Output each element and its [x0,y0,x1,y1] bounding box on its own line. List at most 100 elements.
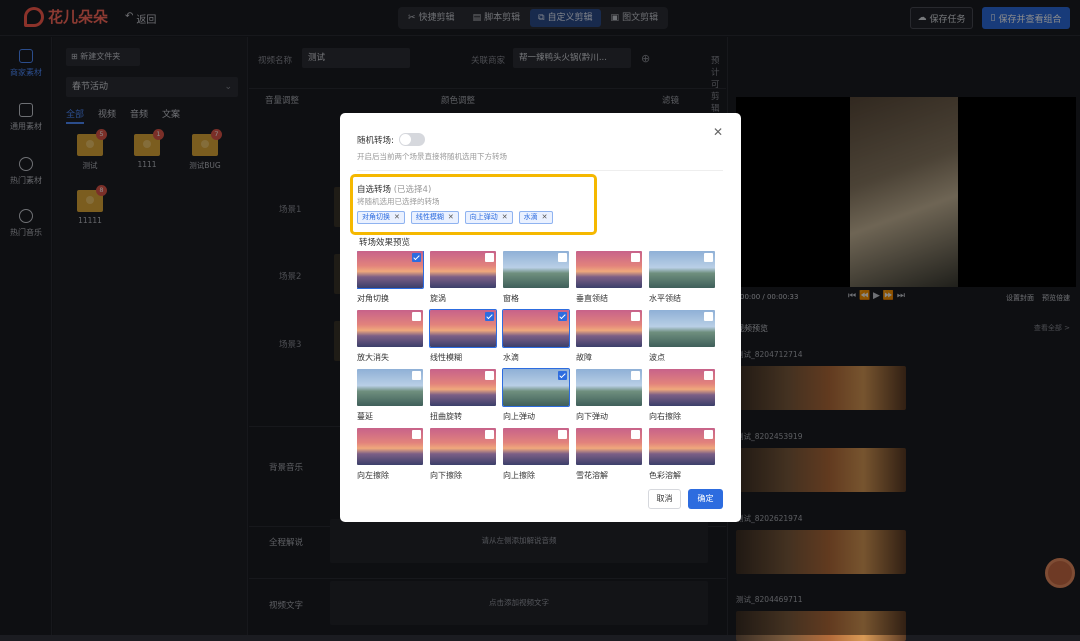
effect-item[interactable]: 旋涡 [430,251,496,310]
selected-count: (已选择4) [393,185,432,195]
effect-thumbnail [503,428,569,465]
effect-item[interactable]: 对角切换 [357,251,424,310]
effect-grid-scroll[interactable]: 对角切换 旋涡 窗格 垂直领结 水平领结放大消失 线性模糊 水滴 故障 波点蔓延 扭曲旋转 向上弹动… [357,251,727,481]
checkbox-icon[interactable] [412,253,421,262]
effect-item[interactable]: 故障 [576,310,642,369]
effect-item[interactable]: 向上擦除 [503,428,569,481]
effect-item[interactable]: 线性模糊 [429,309,497,369]
effect-thumbnail [576,369,642,406]
effect-item[interactable]: 雪花溶解 [576,428,642,481]
transition-chip: 线性模糊 ✕ [410,211,459,224]
checkbox-icon[interactable] [412,312,421,321]
effect-item[interactable]: 蔓延 [357,369,423,428]
effect-label: 向下擦除 [430,471,462,480]
effect-label: 水滴 [503,353,519,362]
effect-item[interactable]: 扭曲旋转 [430,369,496,428]
close-icon[interactable]: ✕ [713,125,723,139]
effect-thumbnail [357,310,423,347]
transition-dialog: ✕ 随机转场: 开启后当前两个场景直接将随机选用下方转场 自选转场 (已选择4)… [340,113,741,522]
checkbox-icon[interactable] [558,253,567,262]
effect-label: 蔓延 [357,412,373,421]
effect-thumbnail [430,251,496,288]
remove-icon[interactable]: ✕ [448,212,454,223]
checkbox-icon[interactable] [704,430,713,439]
effect-label: 旋涡 [430,294,446,303]
random-transition-toggle[interactable] [399,133,425,146]
effect-label: 对角切换 [357,294,389,303]
effect-item[interactable]: 色彩溶解 [649,428,715,481]
random-transition-desc: 开启后当前两个场景直接将随机选用下方转场 [357,152,507,161]
effect-thumbnail [649,369,715,406]
effect-item[interactable]: 向下弹动 [576,369,642,428]
effect-label: 雪花溶解 [576,471,608,480]
effect-label: 故障 [576,353,592,362]
checkbox-icon[interactable] [704,253,713,262]
effect-thumbnail [649,251,715,288]
effect-label: 扭曲旋转 [430,412,462,421]
effect-thumbnail [429,309,497,348]
effect-label: 水平领结 [649,294,681,303]
remove-icon[interactable]: ✕ [502,212,508,223]
effect-label: 向下弹动 [576,412,608,421]
effect-item[interactable]: 波点 [649,310,715,369]
effect-thumbnail [502,368,570,407]
effect-item[interactable]: 水滴 [502,309,570,369]
checkbox-icon[interactable] [631,430,640,439]
transition-chip: 对角切换 ✕ [357,211,405,224]
checkbox-icon[interactable] [558,312,567,321]
selected-chips: 对角切换 ✕ 线性模糊 ✕ 向上弹动 ✕ 水滴 ✕ [357,211,553,224]
remove-icon[interactable]: ✕ [394,212,400,223]
effect-label: 垂直领结 [576,294,608,303]
effect-item[interactable]: 向右擦除 [649,369,715,428]
effect-label: 放大消失 [357,353,389,362]
effect-label: 波点 [649,353,665,362]
effect-thumbnail [357,428,423,465]
effect-thumbnail [357,251,424,289]
checkbox-icon[interactable] [412,371,421,380]
checkbox-icon[interactable] [412,430,421,439]
effect-thumbnail [576,310,642,347]
effect-item[interactable]: 窗格 [503,251,569,310]
transition-chip: 水滴 ✕ [518,211,553,224]
confirm-button[interactable]: 确定 [688,489,723,509]
selected-transitions-desc: 将随机选用已选择的转场 [357,197,440,206]
remove-icon[interactable]: ✕ [542,212,548,223]
effect-thumbnail [503,251,569,288]
selected-transitions-title: 自选转场 (已选择4) [357,185,432,195]
checkbox-icon[interactable] [558,430,567,439]
effect-thumbnail [649,310,715,347]
effect-item[interactable]: 向下擦除 [430,428,496,481]
checkbox-icon[interactable] [485,312,494,321]
effect-thumbnail [502,309,570,348]
random-transition-label: 随机转场: [357,136,394,146]
effect-item[interactable]: 向左擦除 [357,428,423,481]
checkbox-icon[interactable] [485,371,494,380]
effect-label: 窗格 [503,294,519,303]
effect-preview-title: 转场效果预览 [359,238,411,248]
checkbox-icon[interactable] [704,371,713,380]
effect-thumbnail [649,428,715,465]
cancel-button[interactable]: 取消 [648,489,681,509]
checkbox-icon[interactable] [704,312,713,321]
checkbox-icon[interactable] [631,253,640,262]
effect-thumbnail [576,251,642,288]
divider [357,170,723,171]
effect-label: 向右擦除 [649,412,681,421]
effect-label: 线性模糊 [430,353,462,362]
effect-label: 向左擦除 [357,471,389,480]
effect-item[interactable]: 垂直领结 [576,251,642,310]
effect-item[interactable]: 放大消失 [357,310,423,369]
effect-grid: 对角切换 旋涡 窗格 垂直领结 水平领结放大消失 线性模糊 水滴 故障 波点蔓延 扭曲旋转 向上弹动… [357,251,727,481]
effect-label: 向上弹动 [503,412,535,421]
checkbox-icon[interactable] [631,312,640,321]
effect-item[interactable]: 水平领结 [649,251,715,310]
checkbox-icon[interactable] [631,371,640,380]
checkbox-icon[interactable] [485,253,494,262]
effect-item[interactable]: 向上弹动 [502,368,570,428]
checkbox-icon[interactable] [485,430,494,439]
checkbox-icon[interactable] [558,371,567,380]
effect-thumbnail [430,428,496,465]
effect-thumbnail [430,369,496,406]
effect-thumbnail [576,428,642,465]
effect-label: 向上擦除 [503,471,535,480]
